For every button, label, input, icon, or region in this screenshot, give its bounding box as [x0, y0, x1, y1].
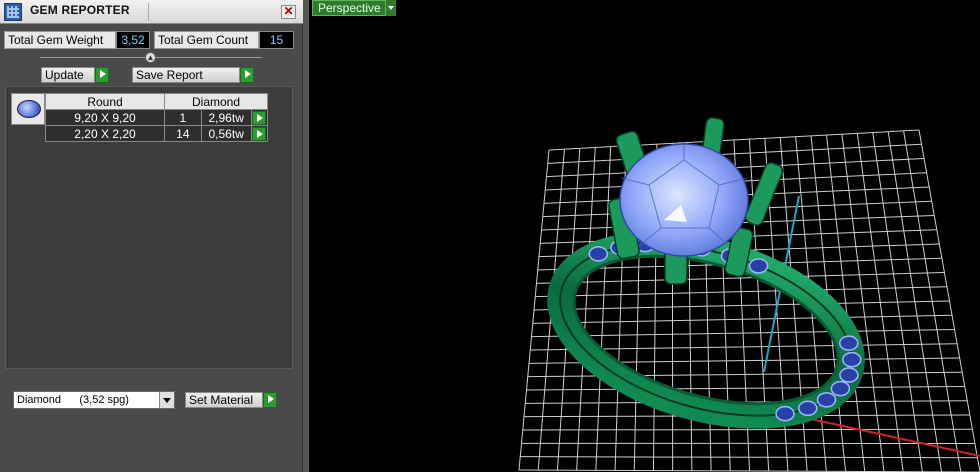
3d-viewport[interactable]: Perspective [309, 0, 980, 472]
viewport-canvas[interactable] [309, 0, 980, 472]
side-stone [775, 405, 795, 422]
title-divider [148, 3, 149, 21]
tab-perspective[interactable]: Perspective [312, 0, 396, 16]
total-gem-weight-label: Total Gem Weight [4, 31, 116, 49]
side-stone [839, 335, 859, 351]
center-stone [619, 143, 749, 257]
set-material-button[interactable]: Set Material [185, 392, 263, 408]
side-stone [798, 400, 818, 417]
side-stone [842, 351, 862, 368]
title-bar[interactable]: GEM REPORTER ✕ [0, 0, 303, 24]
gem-report-table: Round Diamond 9,20 X 9,20 1 2,96tw 2,20 … [45, 93, 269, 142]
row-action[interactable] [250, 125, 269, 142]
side-stone [839, 367, 859, 383]
gem-reporter-app-icon [4, 3, 22, 21]
gem-reporter-panel: GEM REPORTER ✕ Total Gem Weight 3,52 Tot… [0, 0, 303, 472]
material-select-value: Diamond (3,52 spg) [17, 394, 129, 406]
gem-weight-cell: 0,56tw [200, 125, 252, 142]
save-report-button[interactable]: Save Report [132, 67, 240, 83]
gem-size-cell: 9,20 X 9,20 [45, 109, 165, 126]
update-button[interactable]: Update [41, 67, 95, 83]
window-title: GEM REPORTER [30, 3, 130, 17]
side-stone [588, 246, 609, 262]
gem-count-cell: 1 [164, 109, 202, 126]
play-arrow-icon[interactable] [252, 126, 267, 141]
grid-line [522, 428, 973, 431]
close-icon[interactable]: ✕ [281, 5, 296, 19]
material-select[interactable]: Diamond (3,52 spg) [13, 391, 175, 409]
table-row: 2,20 X 2,20 14 0,56tw [45, 125, 269, 142]
play-arrow-icon[interactable] [95, 67, 109, 83]
material-header: Diamond [164, 93, 268, 110]
play-arrow-icon[interactable] [252, 110, 267, 125]
total-gem-count-value: 15 [259, 31, 294, 49]
splitter-handle[interactable]: ▲ [145, 52, 156, 63]
shape-header: Round [45, 93, 165, 110]
dropdown-arrow-icon[interactable] [159, 392, 174, 408]
play-arrow-icon[interactable] [263, 392, 277, 408]
total-gem-count-label: Total Gem Count [154, 31, 259, 49]
round-gem-icon[interactable] [11, 93, 45, 125]
grid-line [520, 456, 978, 459]
gem-weight-cell: 2,96tw [200, 109, 252, 126]
table-row: 9,20 X 9,20 1 2,96tw [45, 109, 269, 126]
gem-size-cell: 2,20 X 2,20 [45, 125, 165, 142]
gem-count-cell: 14 [164, 125, 202, 142]
play-arrow-icon[interactable] [240, 67, 254, 83]
row-action[interactable] [250, 109, 269, 126]
total-gem-weight-value: 3,52 [116, 31, 150, 49]
side-stone [816, 392, 837, 408]
chevron-down-icon[interactable] [385, 0, 396, 16]
side-stone [830, 380, 851, 397]
side-stone [748, 258, 769, 274]
